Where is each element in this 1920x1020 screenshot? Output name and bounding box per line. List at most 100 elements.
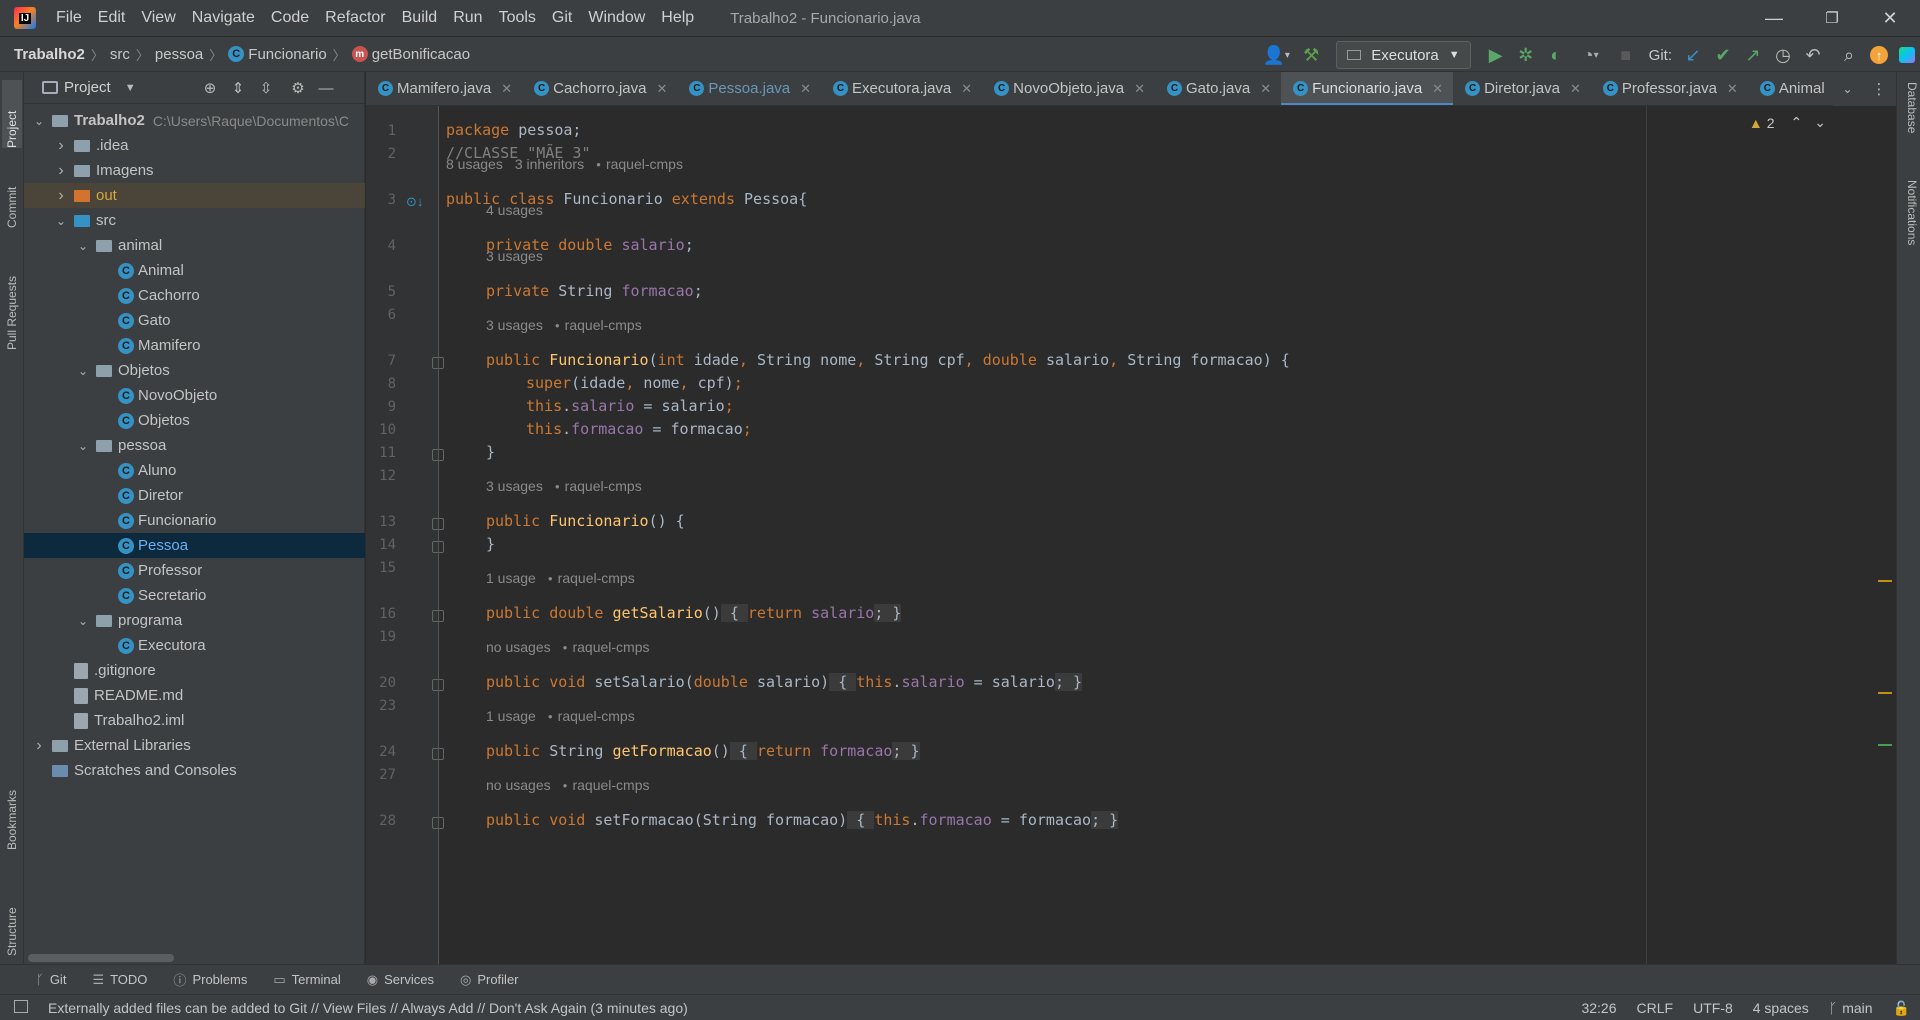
user-icon[interactable]: 👤 ▾ xyxy=(1256,40,1296,70)
line-number[interactable]: 20 xyxy=(366,675,396,691)
close-tab-icon[interactable]: ✕ xyxy=(1134,81,1145,97)
structure-tool-button[interactable]: Structure xyxy=(2,872,22,956)
tree-item[interactable]: C Mamifero xyxy=(24,333,365,358)
line-number[interactable]: 24 xyxy=(366,744,396,760)
caret-position[interactable]: 32:26 xyxy=(1581,1000,1616,1016)
close-tab-icon[interactable]: ✕ xyxy=(1727,81,1738,97)
editor-tab[interactable]: C NovoObjeto.java ✕ xyxy=(982,72,1155,105)
tree-item[interactable]: .gitignore xyxy=(24,658,365,683)
line-number[interactable]: 28 xyxy=(366,813,396,829)
tree-item[interactable]: C Aluno xyxy=(24,458,365,483)
collapse-all-icon[interactable]: ⇳ xyxy=(254,76,278,100)
code-line[interactable]: private String formacao; xyxy=(486,282,703,300)
code-vision-hint[interactable]: 1 usage raquel-cmps xyxy=(486,570,635,586)
code-vision-hint[interactable]: no usages raquel-cmps xyxy=(486,777,649,793)
chevron-right-icon[interactable]: › xyxy=(54,187,68,205)
breadcrumb-src[interactable]: src xyxy=(110,46,130,63)
chevron-right-icon[interactable]: › xyxy=(32,737,46,755)
usages-hint[interactable]: 3 usages xyxy=(486,248,543,264)
menu-view[interactable]: View xyxy=(133,0,183,36)
chevron-down-icon[interactable]: ▼ xyxy=(125,82,136,94)
restore-button[interactable]: ❐ xyxy=(1804,0,1860,36)
tree-item[interactable]: C Animal xyxy=(24,258,365,283)
warning-stripe-mark[interactable] xyxy=(1878,580,1892,582)
menu-window[interactable]: Window xyxy=(580,0,653,36)
warning-stripe-mark[interactable] xyxy=(1878,692,1892,694)
close-tab-icon[interactable]: ✕ xyxy=(800,81,811,97)
gear-icon[interactable]: ⚙ xyxy=(286,76,310,100)
run-icon[interactable]: ▶ xyxy=(1481,40,1511,70)
usages-hint[interactable]: 8 usages xyxy=(446,156,503,172)
minimize-button[interactable]: — xyxy=(1746,0,1802,36)
menu-refactor[interactable]: Refactor xyxy=(317,0,393,36)
code-vision-hint[interactable]: 8 usages 3 inheritors raquel-cmps xyxy=(446,156,683,172)
tree-item[interactable]: C Pessoa xyxy=(24,533,365,558)
tree-item[interactable]: C Secretario xyxy=(24,583,365,608)
line-number[interactable]: 2 xyxy=(366,146,396,162)
author-hint[interactable]: raquel-cmps xyxy=(555,478,642,494)
menu-git[interactable]: Git xyxy=(544,0,580,36)
tree-item[interactable]: C Objetos xyxy=(24,408,365,433)
code-vision-hint[interactable]: 3 usages raquel-cmps xyxy=(486,317,642,333)
expand-all-icon[interactable]: ⇕ xyxy=(226,76,250,100)
tree-item[interactable]: README.md xyxy=(24,683,365,708)
tree-item[interactable]: › out xyxy=(24,183,365,208)
line-number[interactable]: 13 xyxy=(366,514,396,530)
code-vision-hint[interactable]: 3 usages raquel-cmps xyxy=(486,478,642,494)
author-hint[interactable]: raquel-cmps xyxy=(555,317,642,333)
tree-item[interactable]: ⌄ Objetos xyxy=(24,358,365,383)
author-hint[interactable]: raquel-cmps xyxy=(548,570,635,586)
tree-item[interactable]: ⌄ Trabalho2 C:\Users\Raque\Documentos\C xyxy=(24,108,365,133)
tree-item[interactable]: › .idea xyxy=(24,133,365,158)
tool-window-profiler[interactable]: ◎ Profiler xyxy=(460,972,519,988)
code-line[interactable]: public void setSalario(double salario) {… xyxy=(486,673,1083,691)
menu-help[interactable]: Help xyxy=(653,0,702,36)
toggle-tool-windows-icon[interactable] xyxy=(14,1000,28,1013)
chevron-down-icon[interactable]: ⌄ xyxy=(32,114,46,128)
breadcrumb-method[interactable]: getBonificacao xyxy=(372,46,470,63)
code-line[interactable]: public Funcionario(int idade, String nom… xyxy=(486,351,1290,369)
profile-icon[interactable]: ◔ ▾ xyxy=(1571,40,1611,70)
chevron-right-icon[interactable]: › xyxy=(54,162,68,180)
usages-hint[interactable]: 1 usage xyxy=(486,708,536,724)
line-number[interactable]: 7 xyxy=(366,353,396,369)
tree-item[interactable]: C Professor xyxy=(24,558,365,583)
editor-tab[interactable]: C Professor.java ✕ xyxy=(1591,72,1748,105)
bookmarks-tool-button[interactable]: Bookmarks xyxy=(2,762,22,850)
tree-item[interactable]: ⌄ pessoa xyxy=(24,433,365,458)
project-tool-button[interactable]: Project xyxy=(2,80,22,148)
intellij-logo-icon[interactable]: IJ xyxy=(14,7,36,29)
line-number[interactable]: 14 xyxy=(366,537,396,553)
line-number[interactable]: 23 xyxy=(366,698,396,714)
code-line[interactable]: public void setFormacao(String formacao)… xyxy=(486,811,1119,829)
notifications-tool-button[interactable]: Notifications xyxy=(1899,180,1919,290)
git-commit-icon[interactable]: ✔ xyxy=(1708,40,1738,70)
line-number[interactable]: 3 xyxy=(366,192,396,208)
line-number[interactable]: 11 xyxy=(366,445,396,461)
pull-requests-tool-button[interactable]: Pull Requests xyxy=(2,240,22,350)
next-highlight-icon[interactable]: ⌄ xyxy=(1814,114,1826,131)
search-icon[interactable]: ⌕ xyxy=(1834,40,1864,70)
lock-icon[interactable]: 🔓 xyxy=(1893,1000,1910,1017)
tree-item[interactable]: ⌄ programa xyxy=(24,608,365,633)
menu-run[interactable]: Run xyxy=(445,0,490,36)
implemented-override-icon[interactable]: ⊙↓ xyxy=(406,194,423,210)
line-number[interactable]: 12 xyxy=(366,468,396,484)
editor-tab[interactable]: C Diretor.java ✕ xyxy=(1453,72,1591,105)
tool-window-todo[interactable]: ☰ TODO xyxy=(92,972,147,988)
history-clock-icon[interactable]: ◷ xyxy=(1768,40,1798,70)
line-number[interactable]: 10 xyxy=(366,422,396,438)
author-hint[interactable]: raquel-cmps xyxy=(563,777,649,793)
line-number[interactable]: 8 xyxy=(366,376,396,392)
indent-setting[interactable]: 4 spaces xyxy=(1753,1000,1809,1016)
project-view-title[interactable]: Project xyxy=(64,79,111,96)
tree-item[interactable]: ⌄ src xyxy=(24,208,365,233)
line-separator[interactable]: CRLF xyxy=(1637,1000,1674,1016)
git-branch-widget[interactable]: ᚴ main xyxy=(1829,1000,1873,1016)
author-hint[interactable]: raquel-cmps xyxy=(548,708,635,724)
author-hint[interactable]: raquel-cmps xyxy=(596,156,683,172)
editor-tab[interactable]: C Executora.java ✕ xyxy=(821,72,982,105)
tool-window-git[interactable]: ᚴ Git xyxy=(36,972,66,987)
close-tab-icon[interactable]: ✕ xyxy=(657,81,668,97)
code-vision-hint[interactable]: no usages raquel-cmps xyxy=(486,639,649,655)
